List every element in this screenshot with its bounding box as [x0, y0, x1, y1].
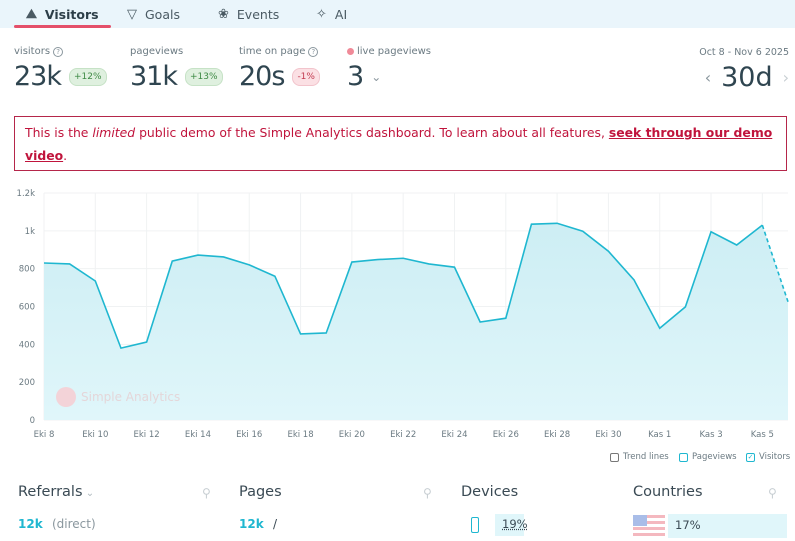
stat-label: time on page: [239, 46, 306, 57]
legend-pageviews[interactable]: Pageviews: [679, 452, 737, 462]
stat-time-on-page: time on page? 20s -1%: [239, 46, 320, 92]
change-badge: +13%: [185, 67, 223, 86]
x-tick-label: Kas 1: [648, 430, 671, 440]
tab-label: AI: [334, 6, 348, 22]
device-percent[interactable]: 19%: [495, 514, 528, 536]
x-tick-label: Eki 16: [236, 430, 262, 440]
legend-trend-lines[interactable]: Trend lines: [610, 452, 669, 462]
filter-icon: ▽: [127, 6, 137, 22]
countries-title: Countries: [633, 484, 703, 500]
tab-visitors[interactable]: ⛰ Visitors: [14, 0, 111, 28]
y-tick-label: 1.2k: [17, 189, 36, 199]
tab-goals[interactable]: ▽ Goals: [127, 0, 180, 28]
search-icon[interactable]: ⚲: [768, 486, 777, 500]
tab-bar: ⛰ Visitors ▽ Goals ❀ Events ✧ AI: [0, 0, 795, 28]
page-item[interactable]: /: [273, 517, 277, 531]
x-tick-label: Eki 30: [595, 430, 621, 440]
devices-title: Devices: [461, 484, 519, 500]
banner-text: public demo of the Simple Analytics dash…: [135, 125, 609, 140]
legend-label: Visitors: [759, 452, 791, 462]
tab-label: Goals: [145, 6, 180, 22]
referrals-title[interactable]: Referrals ⌄: [18, 484, 94, 500]
country-percent[interactable]: 17%: [668, 514, 787, 538]
banner-text: .: [63, 148, 68, 163]
tab-ai[interactable]: ✧ AI: [316, 0, 347, 28]
stat-label: visitors: [14, 46, 51, 57]
stat-value: 31k: [130, 61, 178, 92]
y-tick-label: 1k: [25, 227, 35, 237]
period-selector: ‹ 30d ›: [705, 62, 789, 93]
tab-label: Events: [236, 6, 280, 22]
tab-label: Visitors: [44, 6, 99, 22]
change-badge: +12%: [69, 67, 107, 86]
x-tick-label: Eki 28: [544, 430, 570, 440]
chevron-down-icon[interactable]: ⌄: [371, 70, 381, 84]
y-tick-label: 0: [30, 416, 35, 426]
period-value[interactable]: 30d: [721, 62, 773, 93]
banner-text: This is the: [25, 125, 93, 140]
referral-item[interactable]: (direct): [52, 517, 96, 531]
x-tick-label: Eki 18: [287, 430, 313, 440]
x-tick-label: Kas 3: [699, 430, 722, 440]
page-count: 12k: [239, 517, 264, 531]
live-dot-icon: [347, 48, 354, 55]
tab-events[interactable]: ❀ Events: [218, 0, 279, 28]
legend-label: Pageviews: [692, 452, 737, 462]
demo-banner: This is the limited public demo of the S…: [14, 116, 787, 171]
pages-title: Pages: [239, 484, 282, 500]
stat-pageviews: pageviews 31k +13%: [130, 46, 223, 92]
stat-visitors: visitors? 23k +12%: [14, 46, 107, 92]
stat-label: live pageviews: [357, 46, 432, 57]
change-badge: -1%: [292, 67, 320, 86]
paw-icon: ❀: [218, 6, 229, 22]
search-icon[interactable]: ⚲: [202, 486, 211, 500]
help-icon[interactable]: ?: [308, 46, 319, 57]
search-icon[interactable]: ⚲: [423, 486, 432, 500]
y-tick-label: 200: [19, 378, 35, 388]
x-tick-label: Eki 10: [82, 430, 108, 440]
chart-icon: ⛰: [26, 6, 37, 22]
x-tick-label: Eki 24: [441, 430, 467, 440]
checkbox-checked[interactable]: ✓: [746, 452, 755, 462]
referral-count: 12k: [18, 517, 43, 531]
checkbox[interactable]: [610, 452, 619, 462]
y-tick-label: 400: [19, 340, 35, 350]
stat-value: 20s: [239, 61, 285, 92]
x-tick-label: Eki 22: [390, 430, 416, 440]
y-tick-label: 800: [19, 265, 35, 275]
y-tick-label: 600: [19, 303, 35, 313]
x-tick-label: Eki 20: [339, 430, 365, 440]
mobile-icon: [471, 517, 479, 533]
legend-label: Trend lines: [623, 452, 669, 462]
stat-value: 3: [347, 61, 364, 92]
chevron-left-icon[interactable]: ‹: [705, 68, 711, 87]
x-tick-label: Eki 12: [134, 430, 160, 440]
magic-wand-icon: ✧: [316, 6, 327, 22]
visitors-chart[interactable]: Simple Analytics 0 200 400 600 800 1k 1.2k Eki …: [0, 180, 795, 445]
help-icon[interactable]: ?: [53, 46, 64, 57]
checkbox[interactable]: [679, 452, 688, 462]
stat-live-pageviews: live pageviews 3 ⌄: [347, 46, 431, 92]
legend-visitors[interactable]: ✓ Visitors: [746, 452, 790, 462]
chevron-right-icon[interactable]: ›: [783, 68, 789, 87]
x-tick-label: Eki 8: [34, 430, 55, 440]
x-tick-label: Eki 14: [185, 430, 211, 440]
stat-label: pageviews: [130, 46, 184, 57]
banner-emphasis: limited: [92, 125, 136, 140]
us-flag-icon: [633, 515, 665, 537]
panel-title: Referrals: [18, 484, 83, 500]
date-range-label: Oct 8 - Nov 6 2025: [699, 47, 789, 58]
stat-value: 23k: [14, 61, 62, 92]
watermark-text: Simple Analytics: [81, 390, 180, 404]
x-tick-label: Kas 5: [751, 430, 774, 440]
chevron-down-icon[interactable]: ⌄: [83, 488, 94, 499]
x-tick-label: Eki 26: [493, 430, 519, 440]
